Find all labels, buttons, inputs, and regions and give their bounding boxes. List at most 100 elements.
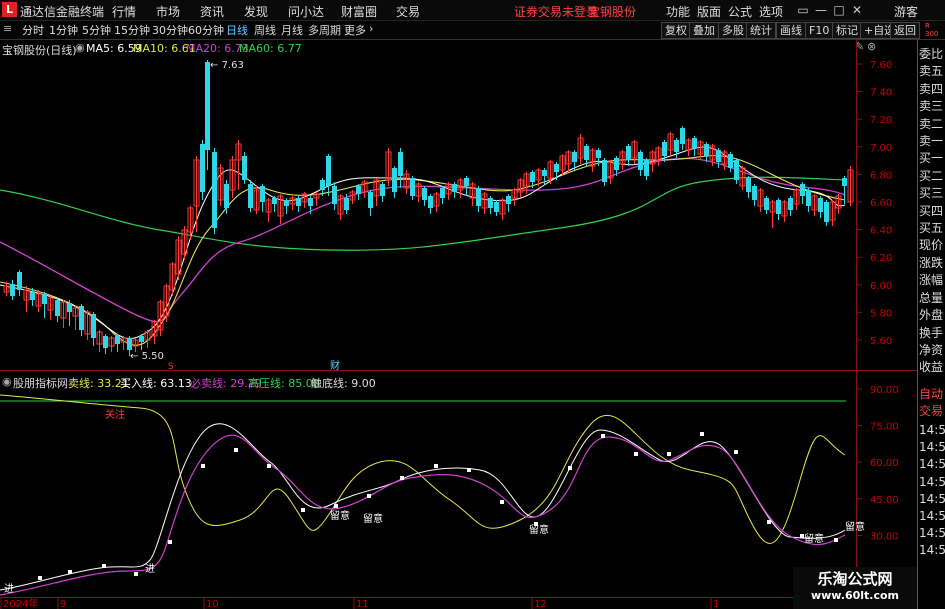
candle-body <box>716 150 721 162</box>
panel-top-tag: R 300 <box>925 22 939 38</box>
date-tick-label: 1 <box>713 599 719 609</box>
candle-body <box>42 294 47 304</box>
indicator-dot <box>667 452 671 456</box>
side-panel-item: 14:5 <box>919 474 945 489</box>
indicator-dot <box>301 508 305 512</box>
indicator-dot <box>834 538 838 542</box>
side-panel-item: 卖一 <box>919 134 944 149</box>
low-price-label: ← 5.50 <box>130 351 164 362</box>
watermark-title: 乐淘公式网 <box>817 570 893 588</box>
price-tick-label: 7.60 <box>870 60 892 71</box>
candle-body <box>67 303 72 312</box>
candle-body <box>205 62 210 150</box>
price-tick-label: 6.80 <box>870 170 892 181</box>
side-panel-item: 外盘 <box>919 308 944 323</box>
candle-body <box>410 178 415 196</box>
side-panel-item: 委比 <box>919 47 944 61</box>
candle-body <box>344 198 349 210</box>
price-tick-label: 6.00 <box>870 281 892 292</box>
side-panel-item: 14:5 <box>919 423 945 437</box>
candle-body <box>139 336 144 342</box>
candle-body <box>542 170 547 176</box>
candle-body <box>788 198 793 210</box>
candle-body <box>728 154 733 168</box>
side-panel-item: 14:5 <box>919 509 945 524</box>
high-pressure-value: 高压线: 85.00 <box>248 377 320 390</box>
candle-body <box>284 200 289 206</box>
price-tick-label: 5.80 <box>870 308 892 319</box>
marker-cai: 财 <box>330 359 340 372</box>
candle-body <box>127 338 132 350</box>
candle-body <box>614 158 619 170</box>
date-tick-label: 2024年 <box>3 597 38 609</box>
sell-line <box>0 394 846 544</box>
side-panel-item: 买二 <box>919 168 944 183</box>
candle-body <box>296 198 301 206</box>
candle-body <box>674 140 679 152</box>
side-panel-item: 14:5 <box>919 457 945 472</box>
label-attention: 关注 <box>105 408 125 421</box>
indicator-dot <box>500 500 504 504</box>
candle-body <box>428 196 433 208</box>
candle-body <box>10 284 15 296</box>
candle-body <box>602 160 607 182</box>
candle-body <box>692 138 697 148</box>
candle-body <box>746 178 751 192</box>
candle-body <box>764 198 769 210</box>
watermark-url: www.60lt.com <box>810 589 900 602</box>
side-panel-item: 换手 <box>919 325 944 340</box>
indicator-dot <box>334 504 338 508</box>
candle-body <box>734 160 739 180</box>
candle-body <box>806 190 811 206</box>
candle-body <box>30 292 35 300</box>
indicator-dot <box>267 464 271 468</box>
candle-body <box>242 156 247 180</box>
indicator-dot <box>434 464 438 468</box>
candle-body <box>476 188 481 206</box>
candle-body <box>572 152 577 162</box>
candle-body <box>842 178 847 186</box>
candle-body <box>398 152 403 176</box>
indicator-dot <box>400 476 404 480</box>
candle-body <box>638 152 643 170</box>
ma10-line <box>0 155 846 346</box>
buy-line-value: 买入线: 63.13 <box>120 377 192 390</box>
candle-body <box>818 198 823 212</box>
candle-body <box>704 144 709 156</box>
candle-body <box>368 192 373 208</box>
indicator-dot <box>767 520 771 524</box>
price-tick-label: 5.60 <box>870 336 892 347</box>
candle-body <box>488 198 493 208</box>
candle-body <box>272 198 277 204</box>
candle-body <box>55 300 60 316</box>
candle-body <box>596 150 601 158</box>
indicator-dot <box>234 448 238 452</box>
candle-body <box>824 202 829 222</box>
indicator-settings-icon[interactable]: ◉ <box>2 375 12 388</box>
indicator-dot <box>68 570 72 574</box>
chart-canvas[interactable]: 7.60 7.40 7.20 7.00 6.80 6.60 6.40 6.20 6.00 5.80… <box>0 0 917 609</box>
watermark-box: 乐淘公式网 www.60lt.com <box>793 567 917 609</box>
side-panel-item: 买五 <box>919 221 944 236</box>
candle-body <box>326 156 331 186</box>
side-panel-item: 14:5 <box>919 543 945 558</box>
label-caution-2: 留意 <box>363 512 383 525</box>
candle-body <box>464 178 469 186</box>
label-caution-3: 留意 <box>529 523 549 536</box>
side-panel-item: 交易 <box>919 404 944 418</box>
candle-body <box>260 186 265 202</box>
indicator-dot <box>700 432 704 436</box>
candle-body <box>422 188 427 200</box>
candle-body <box>308 198 313 206</box>
side-panel-item: 买一 <box>919 151 944 166</box>
date-tick-label: 10 <box>206 599 219 609</box>
indicator-tick-label: 75.00 <box>870 422 899 433</box>
auto-trade-labels[interactable]: 自动 交易 <box>919 386 945 420</box>
indicator-dot <box>367 494 371 498</box>
candle-body <box>506 196 511 204</box>
candle-body <box>115 336 120 344</box>
price-tick-label: 7.20 <box>870 115 892 126</box>
candle-body <box>800 184 805 196</box>
buy-line <box>0 423 846 591</box>
indicator-name[interactable]: 股朋指标网 <box>13 375 68 391</box>
